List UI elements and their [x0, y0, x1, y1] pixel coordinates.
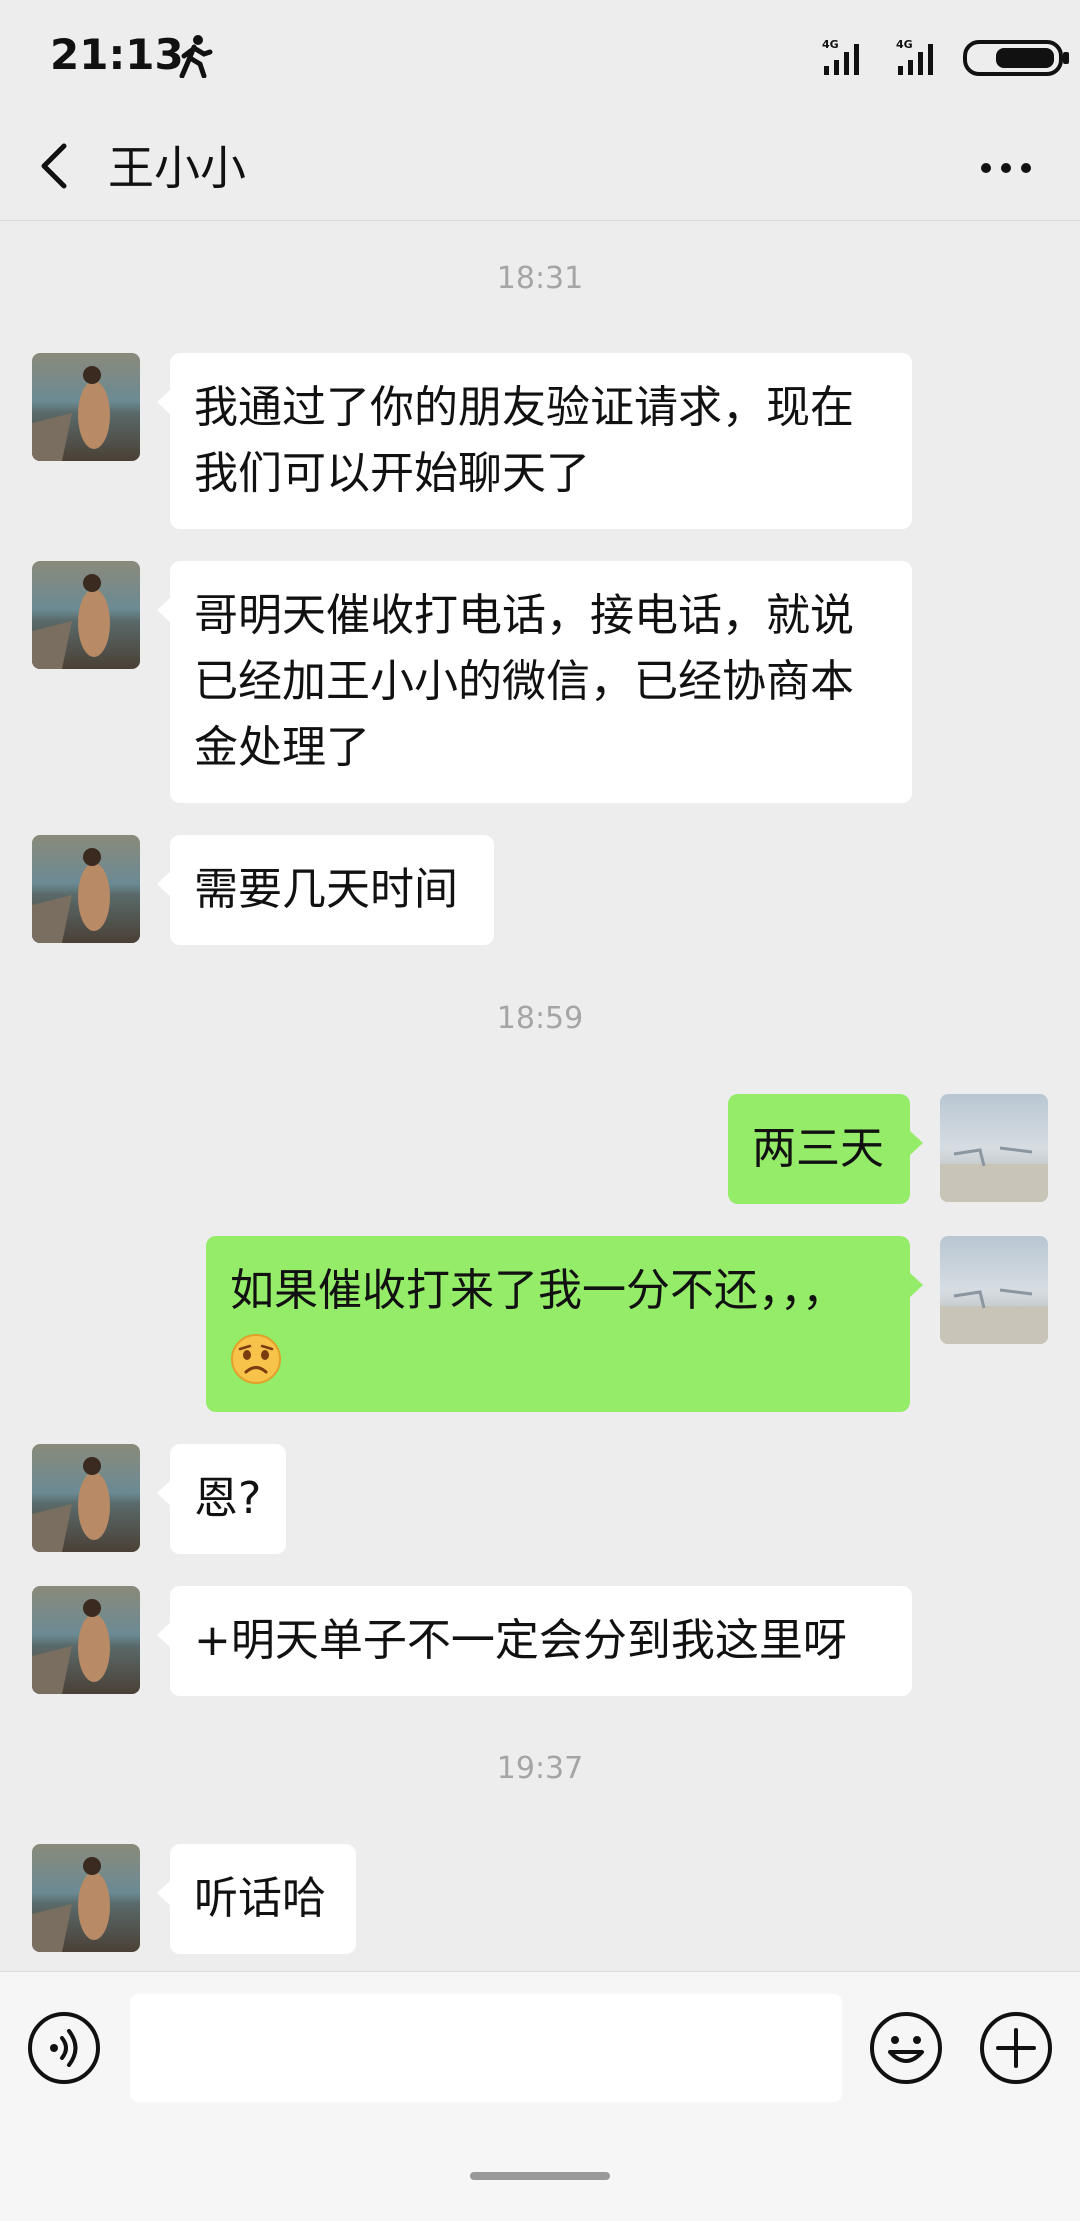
walk-icon: [179, 35, 213, 78]
sad-face-icon: [231, 1334, 281, 1384]
status-bar: 21:13 4G 4G: [0, 0, 1080, 112]
chat-title: 王小小: [108, 141, 246, 195]
chat-area[interactable]: 18:31 我通过了你的朋友验证请求，现在 我们可以开始聊天了 哥明天催收打电话…: [0, 221, 1080, 1971]
self-avatar[interactable]: [940, 1236, 1048, 1344]
more-icon[interactable]: [976, 140, 1036, 196]
contact-avatar[interactable]: [32, 561, 140, 669]
message-text: +明天单子不一定会分到我这里呀: [194, 1615, 847, 1666]
message-text: 恩?: [194, 1473, 262, 1524]
contact-avatar[interactable]: [32, 1444, 140, 1552]
signal-icon: 4G: [822, 38, 859, 75]
contact-avatar[interactable]: [32, 353, 140, 461]
input-bar: [0, 1971, 1080, 2221]
battery-icon: [963, 40, 1069, 76]
message-bubble-self[interactable]: 两三天: [728, 1094, 923, 1204]
chat-header: 王小小: [0, 112, 1080, 221]
contact-avatar[interactable]: [32, 835, 140, 943]
self-avatar[interactable]: [940, 1094, 1048, 1202]
message-bubble[interactable]: 听话哈: [157, 1844, 356, 1954]
message-bubble[interactable]: 恩?: [157, 1444, 286, 1554]
plus-icon[interactable]: [978, 2010, 1054, 2086]
network-type-label: 4G: [822, 38, 839, 51]
status-time: 21:13: [50, 30, 184, 79]
message-bubble[interactable]: 需要几天时间: [157, 835, 494, 945]
contact-avatar[interactable]: [32, 1586, 140, 1694]
message-text-line: 哥明天催收打电话，接电话，就说: [194, 590, 854, 641]
contact-avatar[interactable]: [32, 1844, 140, 1952]
message-text-line: 我们可以开始聊天了: [194, 448, 590, 499]
timestamp: 19:37: [496, 1751, 584, 1786]
message-text-line: 金处理了: [194, 722, 370, 773]
message-bubble-self[interactable]: 如果催收打来了我一分不还，，，: [206, 1236, 923, 1412]
message-text: 两三天: [752, 1123, 884, 1174]
timestamp: 18:59: [496, 1001, 584, 1036]
emoji-icon[interactable]: [868, 2010, 944, 2086]
message-text: 如果催收打来了我一分不还，，，: [230, 1265, 846, 1316]
message-bubble[interactable]: 哥明天催收打电话，接电话，就说 已经加王小小的微信，已经协商本 金处理了: [157, 561, 912, 803]
home-indicator[interactable]: [470, 2172, 610, 2180]
message-text-line: 我通过了你的朋友验证请求，现在: [194, 382, 854, 433]
back-icon[interactable]: [30, 134, 80, 198]
signal-icon: 4G: [896, 38, 933, 75]
message-text: 听话哈: [194, 1873, 326, 1924]
message-bubble[interactable]: +明天单子不一定会分到我这里呀: [157, 1586, 912, 1696]
timestamp: 18:31: [496, 261, 584, 296]
message-bubble[interactable]: 我通过了你的朋友验证请求，现在 我们可以开始聊天了: [157, 353, 912, 529]
message-text-line: 已经加王小小的微信，已经协商本: [194, 656, 854, 707]
message-input[interactable]: [130, 1994, 842, 2102]
message-text: 需要几天时间: [194, 864, 458, 915]
voice-icon[interactable]: [26, 2010, 102, 2086]
network-type-label: 4G: [896, 38, 913, 51]
